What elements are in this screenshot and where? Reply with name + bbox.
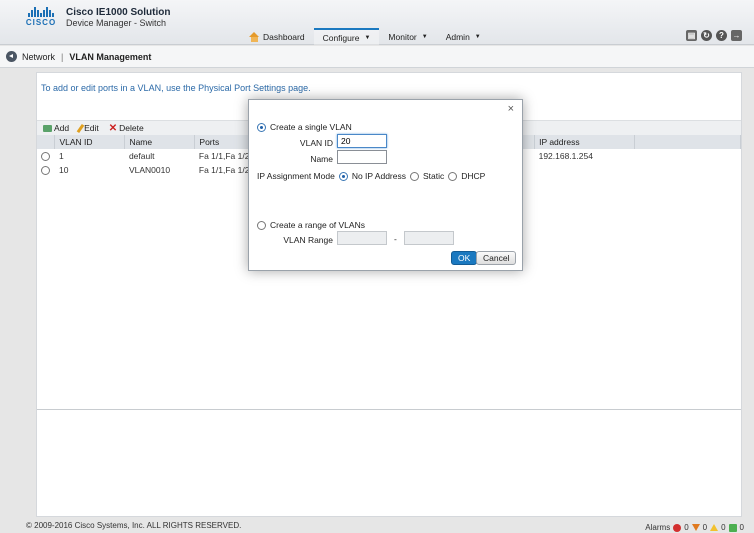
ok-alarm-icon [728, 523, 737, 532]
refresh-icon[interactable]: ↻ [701, 30, 712, 41]
home-icon [249, 31, 260, 42]
divider [37, 409, 741, 410]
chevron-down-icon: ▼ [364, 34, 371, 41]
vlan-range-label: VLAN Range [283, 235, 333, 245]
add-icon [43, 124, 52, 132]
delete-button[interactable]: ✕ Delete [109, 123, 144, 134]
vlan-range-start-input[interactable] [337, 231, 387, 245]
back-icon[interactable] [6, 51, 17, 62]
alarm-summary[interactable]: Alarms 0 0 0 0 [645, 523, 744, 532]
main-nav: Dashboard Configure ▼ Monitor ▼ Admin ▼ [240, 28, 490, 45]
row-select-radio[interactable] [41, 166, 50, 176]
vlan-range-end-input[interactable] [404, 231, 454, 245]
range-vlan-radio[interactable] [257, 220, 266, 230]
delete-icon: ✕ [108, 122, 118, 134]
critical-alarm-icon [673, 523, 682, 532]
info-message: To add or edit ports in a VLAN, use the … [41, 83, 311, 93]
breadcrumb: Network | VLAN Management [0, 46, 754, 68]
page-title: VLAN Management [69, 51, 152, 62]
nav-dashboard[interactable]: Dashboard [240, 28, 314, 45]
minor-alarm-icon [710, 524, 719, 531]
col-ip-address[interactable]: IP address [534, 135, 636, 149]
create-vlan-dialog: × Create a single VLAN VLAN ID Name IP A… [248, 99, 523, 271]
header-tools: ▤ ↻ ? → [686, 30, 742, 41]
range-vlan-option[interactable]: Create a range of VLANs [257, 220, 365, 230]
copyright: © 2009-2016 Cisco Systems, Inc. ALL RIGH… [26, 521, 242, 530]
app-title: Cisco IE1000 Solution [66, 7, 171, 18]
help-icon[interactable]: ? [716, 30, 727, 41]
ip-mode-row: IP Assignment Mode No IP Address Static … [257, 171, 486, 181]
name-input[interactable] [337, 150, 387, 164]
nav-configure[interactable]: Configure ▼ [313, 28, 380, 45]
chevron-down-icon: ▼ [421, 33, 428, 40]
print-icon[interactable]: ▤ [686, 30, 697, 41]
edit-button[interactable]: Edit [76, 123, 99, 133]
app-header: CISCO Cisco IE1000 Solution Device Manag… [0, 0, 754, 45]
ip-static-radio[interactable] [410, 171, 419, 181]
add-button[interactable]: Add [43, 123, 69, 133]
ip-none-radio[interactable] [338, 171, 348, 181]
ip-dhcp-radio[interactable] [448, 171, 458, 181]
chevron-down-icon: ▼ [474, 33, 481, 40]
vlan-id-label: VLAN ID [299, 138, 333, 148]
cisco-logo: CISCO [22, 7, 60, 31]
row-select-radio[interactable] [41, 152, 50, 162]
breadcrumb-network[interactable]: Network [22, 52, 55, 62]
range-separator: - [394, 234, 397, 244]
name-label: Name [310, 154, 333, 164]
cancel-button[interactable]: Cancel [476, 251, 517, 265]
single-vlan-radio[interactable] [257, 122, 266, 132]
major-alarm-icon [691, 524, 700, 531]
nav-monitor[interactable]: Monitor ▼ [379, 28, 436, 45]
col-vlan-id[interactable]: VLAN ID [54, 135, 126, 149]
logout-icon[interactable]: → [731, 30, 742, 41]
ok-button[interactable]: OK [451, 251, 478, 265]
vlan-id-input[interactable] [337, 134, 387, 148]
single-vlan-option[interactable]: Create a single VLAN [257, 122, 352, 132]
nav-admin[interactable]: Admin ▼ [437, 28, 490, 45]
app-subtitle: Device Manager - Switch [66, 18, 167, 28]
close-icon[interactable]: × [508, 103, 514, 115]
col-name[interactable]: Name [124, 135, 196, 149]
